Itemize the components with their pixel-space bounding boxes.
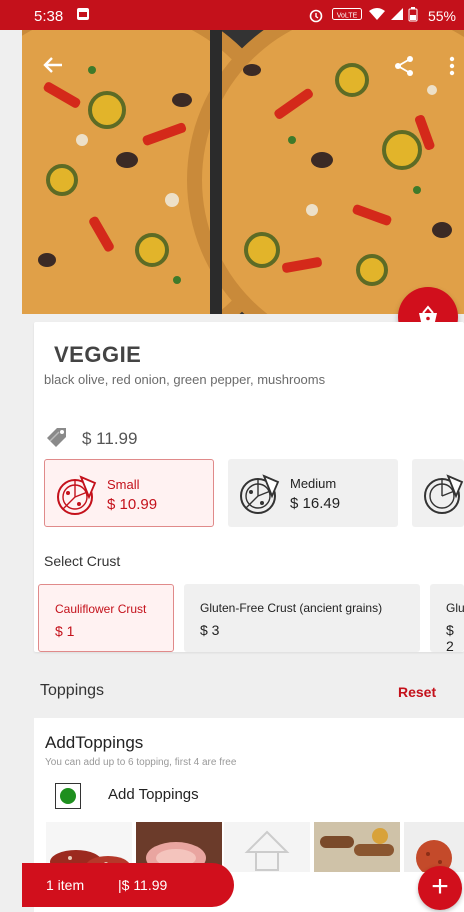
plus-icon: + — [431, 870, 449, 903]
crust-price: $ 2 — [446, 622, 454, 652]
add-toppings-title: AddToppings — [45, 733, 144, 752]
product-title: VEGGIE — [54, 342, 142, 367]
add-button[interactable]: + — [418, 866, 462, 910]
pizza-icon — [422, 472, 464, 521]
topping-thumb-pepperoni[interactable] — [404, 822, 464, 872]
crust-price: $ 1 — [55, 623, 75, 639]
size-option-large[interactable] — [412, 459, 464, 527]
price-tag-icon — [44, 424, 72, 453]
crust-name: Gluten-Free Crust (ancient grains) — [200, 601, 383, 615]
size-option-small[interactable]: Small $ 10.99 — [44, 459, 214, 527]
size-option-medium[interactable]: Medium $ 16.49 — [228, 459, 398, 527]
pizza-hero-image — [22, 30, 464, 314]
topping-thumb-placeholder[interactable] — [224, 822, 310, 872]
alarm-icon — [308, 7, 324, 27]
wifi-icon — [368, 7, 386, 25]
back-arrow-icon[interactable] — [42, 54, 64, 81]
size-name: Medium — [290, 476, 337, 491]
crust-name: Glu — [446, 601, 464, 615]
more-vert-icon[interactable] — [448, 54, 456, 83]
signal-icon — [390, 7, 404, 25]
pizza-icon — [238, 472, 282, 521]
reset-button[interactable]: Reset — [398, 684, 436, 700]
select-crust-label: Select Crust — [44, 553, 121, 569]
share-icon[interactable] — [392, 54, 416, 83]
notification-icon — [76, 7, 90, 25]
topping-thumb-grilled-sausage[interactable] — [314, 822, 400, 872]
add-toppings-label[interactable]: Add Toppings — [108, 786, 199, 803]
product-description: black olive, red onion, green pepper, mu… — [44, 372, 326, 387]
cart-summary-bar[interactable]: 1 item |$ 11.99 — [22, 863, 234, 907]
status-bar: 5:38 VoLTE 55% — [0, 0, 464, 30]
crust-option-gluten-free[interactable]: Gluten-Free Crust (ancient grains) $ 3 — [184, 584, 420, 652]
volte-icon: VoLTE — [332, 7, 362, 25]
base-price-row: $ 11.99 — [44, 424, 137, 453]
size-price: $ 16.49 — [290, 495, 341, 512]
add-toppings-checkbox[interactable] — [55, 783, 81, 809]
pizza-icon — [55, 473, 99, 522]
toppings-header: Toppings — [40, 682, 105, 699]
status-time: 5:38 — [34, 8, 64, 25]
cart-item-count: 1 item — [46, 877, 85, 893]
battery-icon — [408, 7, 418, 26]
svg-text:VoLTE: VoLTE — [337, 13, 358, 20]
crust-option-partial[interactable]: Glu $ 2 — [430, 584, 464, 652]
checkbox-dot — [60, 788, 76, 804]
crust-name: Cauliflower Crust — [55, 602, 147, 616]
add-toppings-subtitle: You can add up to 6 topping, first 4 are… — [45, 757, 237, 768]
size-name: Small — [107, 477, 140, 492]
battery-percent: 55% — [427, 8, 456, 24]
base-price: $ 11.99 — [82, 428, 138, 448]
size-price: $ 10.99 — [107, 496, 158, 513]
crust-price: $ 3 — [200, 622, 220, 638]
cart-total: |$ 11.99 — [118, 877, 168, 893]
crust-option-cauliflower[interactable]: Cauliflower Crust $ 1 — [38, 584, 174, 652]
